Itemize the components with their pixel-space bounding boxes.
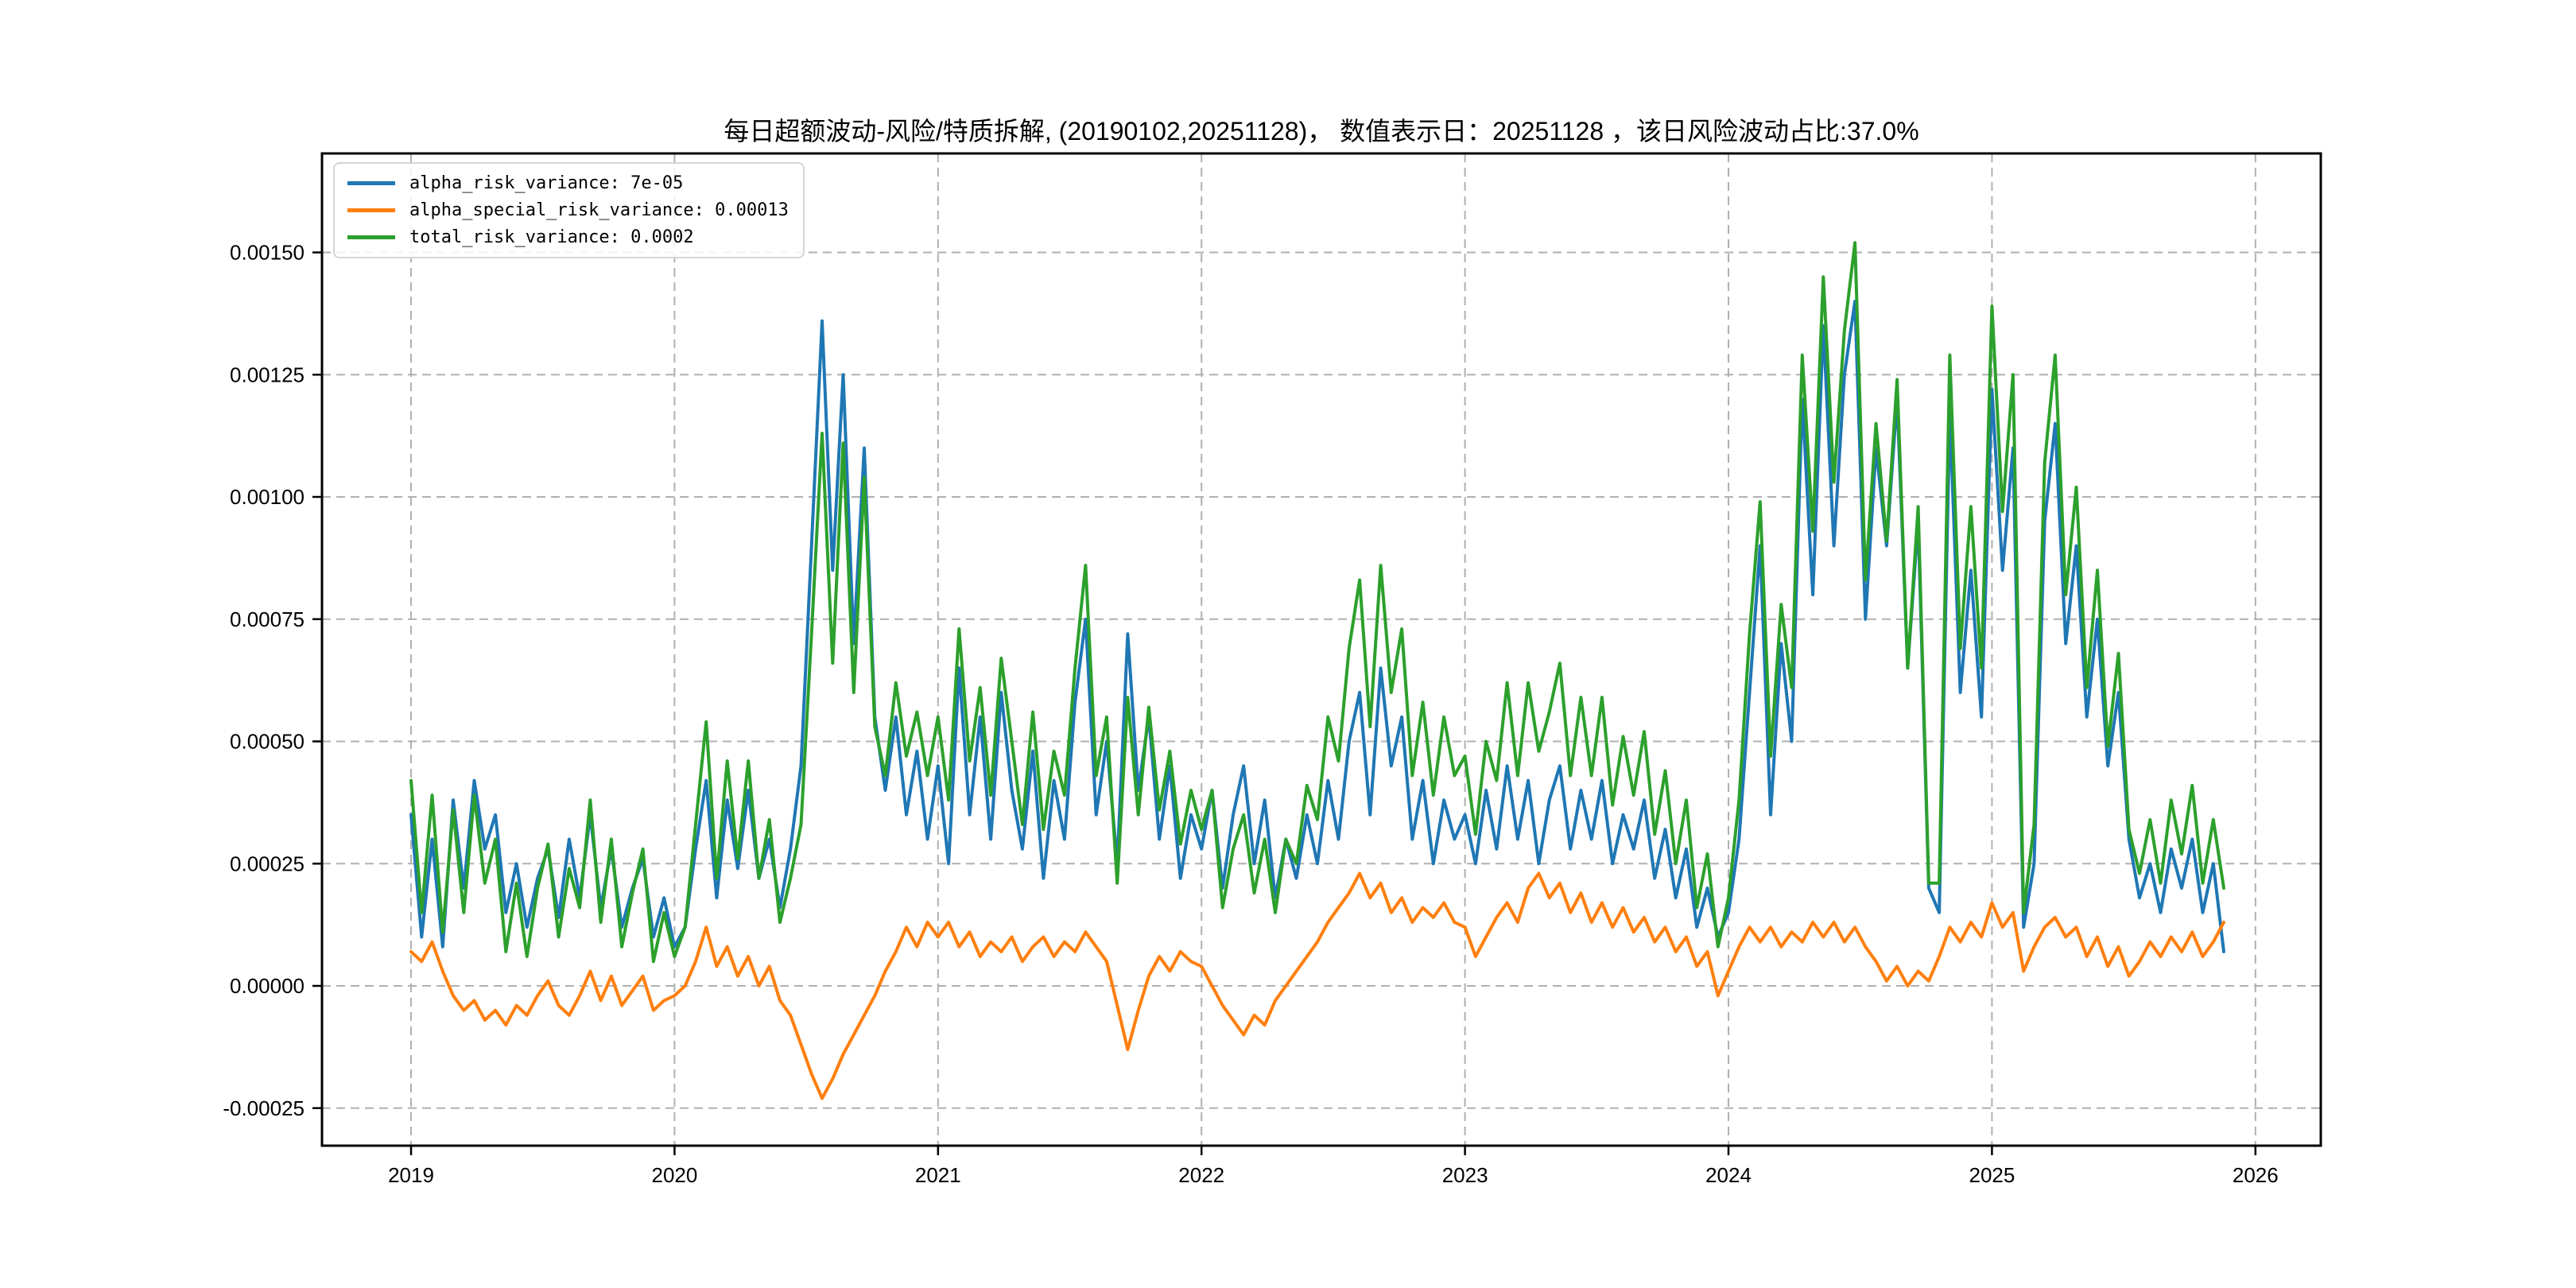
legend-swatch-alpha_special_risk_variance: [347, 208, 395, 212]
y-tick-label: 0.00100: [230, 485, 305, 509]
legend-box: alpha_risk_variance: 7e-05 alpha_special_…: [333, 162, 805, 258]
legend-label: alpha_risk_variance: 7e-05: [409, 173, 683, 193]
y-tick-label: 0.00050: [230, 730, 305, 754]
figure: 每日超额波动-风险/特质拆解, (20190102,20251128)， 数值表…: [0, 0, 2576, 1288]
legend-item: total_risk_variance: 0.0002: [347, 227, 789, 247]
x-tick-label: 2022: [1178, 1163, 1224, 1187]
legend-item: alpha_special_risk_variance: 0.00013: [347, 200, 789, 220]
x-tick-label: 2024: [1705, 1163, 1752, 1187]
legend-swatch-alpha_risk_variance: [347, 181, 395, 185]
y-tick-label: 0.00000: [230, 974, 305, 998]
legend-swatch-total_risk_variance: [347, 235, 395, 239]
legend-label: alpha_special_risk_variance: 0.00013: [409, 200, 789, 220]
y-tick-label: -0.00025: [223, 1096, 305, 1120]
x-tick-label: 2025: [1969, 1163, 2015, 1187]
x-tick-label: 2019: [388, 1163, 434, 1187]
axes-frame: [322, 153, 2321, 1146]
x-tick-label: 2026: [2233, 1163, 2279, 1187]
y-tick-label: 0.00075: [230, 607, 305, 631]
x-tick-label: 2021: [915, 1163, 961, 1187]
y-tick-label: 0.00025: [230, 852, 305, 875]
x-tick-label: 2020: [651, 1163, 697, 1187]
legend-label: total_risk_variance: 0.0002: [409, 227, 694, 247]
legend-item: alpha_risk_variance: 7e-05: [347, 173, 789, 193]
y-tick-label: 0.00125: [230, 363, 305, 386]
x-tick-label: 2023: [1442, 1163, 1488, 1187]
y-tick-label: 0.00150: [230, 241, 305, 265]
